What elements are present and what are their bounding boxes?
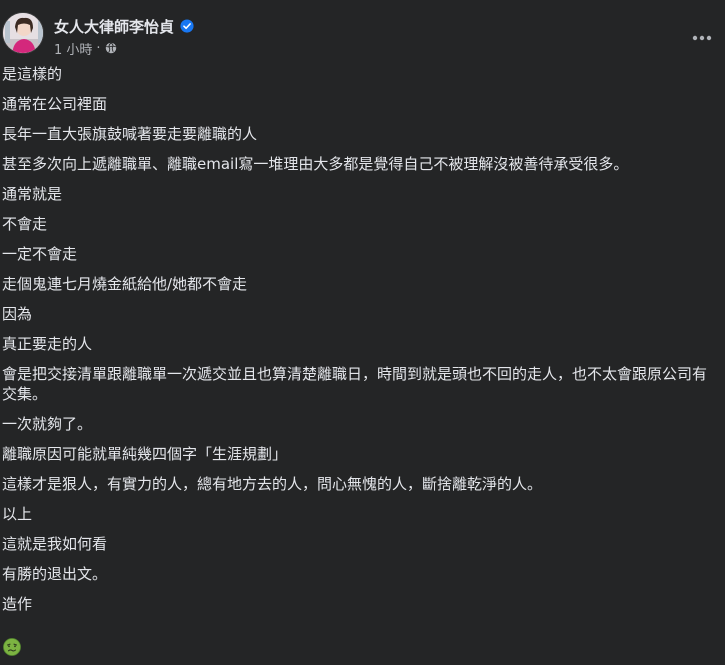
verified-badge-icon <box>180 19 194 33</box>
post-line: 通常就是 <box>2 185 63 203</box>
more-options-button[interactable] <box>684 20 720 56</box>
post-line: 以上 <box>2 505 33 523</box>
author-line: 女人大律師李怡貞 <box>54 15 194 37</box>
meta-separator: · <box>96 40 101 56</box>
post-timestamp[interactable]: 1 小時 <box>54 39 92 58</box>
nauseated-face-emoji-icon <box>3 638 21 656</box>
post-line: 造作 <box>2 595 33 613</box>
post-line: 真正要走的人 <box>2 335 93 353</box>
post-line: 通常在公司裡面 <box>2 95 108 113</box>
more-horizontal-icon <box>692 35 712 41</box>
post-line: 一定不會走 <box>2 245 78 263</box>
author-name[interactable]: 女人大律師李怡貞 <box>54 16 174 37</box>
post-line: 一次就夠了。 <box>2 415 93 433</box>
post-line: 走個鬼連七月燒金紙給他/她都不會走 <box>2 275 248 293</box>
post-header: 女人大律師李怡貞 1 小時 · <box>0 0 725 62</box>
globe-icon[interactable] <box>105 42 117 54</box>
post-line: 這樣才是狠人，有實力的人，總有地方去的人，問心無愧的人，斷捨離乾淨的人。 <box>2 475 543 493</box>
post-line: 因為 <box>2 305 33 323</box>
post-body: 是這樣的 通常在公司裡面 長年一直大張旗鼓喊著要走要離職的人 甚至多次向上遞離職… <box>2 64 717 624</box>
post-line: 有勝的退出文。 <box>2 565 108 583</box>
post-line: 離職原因可能就單純幾四個字「生涯規劃」 <box>2 445 288 463</box>
post-line: 不會走 <box>2 215 48 233</box>
facebook-post: 女人大律師李怡貞 1 小時 · 是這樣的 通常在公司裡面 長年一直大張旗鼓喊著要… <box>0 0 725 665</box>
post-line: 長年一直大張旗鼓喊著要走要離職的人 <box>2 125 258 143</box>
post-line: 是這樣的 <box>2 65 63 83</box>
author-avatar[interactable] <box>2 12 44 54</box>
post-line: 會是把交接清單跟離職單一次遞交並且也算清楚離職日，時間到就是頭也不回的走人，也不… <box>2 365 708 403</box>
avatar-image <box>3 13 43 53</box>
post-line: 這就是我如何看 <box>2 535 108 553</box>
post-meta: 1 小時 · <box>54 39 117 58</box>
post-line: 甚至多次向上遞離職單、離職email寫一堆理由大多都是覺得自己不被理解沒被善待承… <box>2 155 629 173</box>
